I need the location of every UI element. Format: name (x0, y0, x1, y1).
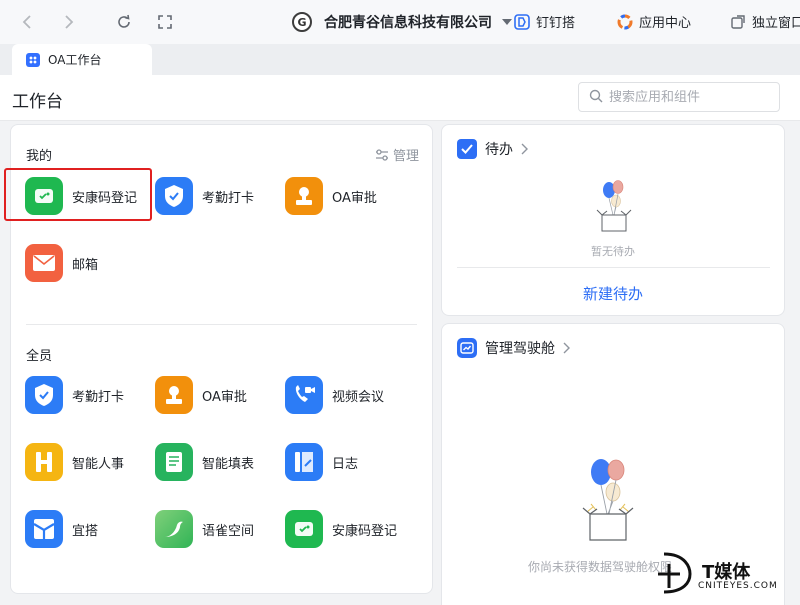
app-label: 语雀空间 (202, 523, 255, 539)
app-label: 视频会议 (332, 389, 385, 405)
dingda-button[interactable]: 钉钉搭 (514, 12, 575, 31)
app-log[interactable]: 日志 (285, 442, 358, 482)
app-mail[interactable]: 邮箱 (25, 243, 98, 283)
standalone-window-button[interactable]: 独立窗口 (730, 12, 800, 31)
health-code-icon (25, 177, 63, 215)
app-health-code[interactable]: 安康码登记 (25, 176, 137, 216)
app-label: 考勤打卡 (72, 389, 125, 405)
fullscreen-button[interactable] (155, 12, 175, 32)
app-yuque[interactable]: 语雀空间 (155, 509, 254, 549)
dingda-label: 钉钉搭 (536, 16, 576, 31)
org-name: 合肥青谷信息科技有限公司 (324, 15, 492, 31)
tab-label: OA工作台 (48, 53, 102, 67)
app-label: 日志 (332, 456, 359, 472)
app-center-label: 应用中心 (639, 16, 692, 31)
app-label: 宜搭 (72, 523, 99, 539)
checkbox-icon (457, 139, 477, 159)
todo-empty-text: 暂无待办 (591, 245, 635, 258)
forward-button[interactable] (58, 12, 78, 32)
form-icon (155, 443, 193, 481)
new-todo-button[interactable]: 新建待办 (442, 283, 784, 304)
dashboard-header[interactable]: 管理驾驶舱 (457, 338, 570, 358)
todo-divider (457, 267, 770, 268)
manage-label: 管理 (393, 149, 420, 164)
dashboard-empty-text: 你尚未获得数据驾驶舱权限 (528, 560, 673, 574)
chevron-right-icon (521, 143, 528, 155)
page-header: 工作台 (0, 75, 800, 121)
watermark: T媒体 CNITEYES.COM (656, 548, 796, 598)
hr-icon (25, 443, 63, 481)
window-icon (730, 14, 746, 30)
tab-oa-workbench[interactable]: OA工作台 (12, 44, 152, 75)
org-switcher[interactable]: G 合肥青谷信息科技有限公司 (292, 10, 512, 34)
empty-balloon-illustration (596, 180, 632, 232)
app-label: 智能填表 (202, 456, 255, 472)
log-icon (285, 443, 323, 481)
manage-button[interactable]: 管理 (375, 145, 419, 164)
app-label: OA审批 (202, 389, 247, 405)
approval-stamp-icon (155, 376, 193, 414)
app-yida[interactable]: 宜搭 (25, 509, 98, 549)
page-title: 工作台 (12, 92, 63, 112)
app-label: 安康码登记 (72, 190, 138, 206)
watermark-logo-icon (658, 552, 692, 594)
app-label: 考勤打卡 (202, 190, 255, 206)
yida-icon (25, 510, 63, 548)
app-health-code[interactable]: 安康码登记 (285, 509, 397, 549)
app-attendance[interactable]: 考勤打卡 (25, 375, 124, 415)
approval-stamp-icon (285, 177, 323, 215)
settings-sliders-icon (376, 148, 388, 161)
back-button[interactable] (18, 12, 38, 32)
app-label: 邮箱 (72, 257, 99, 273)
apps-panel: 我的 管理 安康码登记 考勤打卡 OA审批 邮箱 全员 考勤打卡 OA审批 视频… (4, 124, 433, 594)
app-oa-approval[interactable]: OA审批 (155, 375, 247, 415)
empty-balloon-illustration (582, 459, 634, 541)
chevron-right-icon (563, 342, 570, 354)
search-input[interactable] (609, 89, 769, 105)
todo-card: 待办 暂无待办 新建待办 (441, 124, 785, 316)
refresh-button[interactable] (114, 12, 134, 32)
yuque-icon (155, 510, 193, 548)
todo-header[interactable]: 待办 (457, 139, 528, 159)
app-video-meeting[interactable]: 视频会议 (285, 375, 384, 415)
search-icon (589, 88, 603, 107)
app-smart-form[interactable]: 智能填表 (155, 442, 254, 482)
org-logo: G (292, 12, 312, 32)
dashboard-icon (457, 338, 477, 358)
watermark-sub: CNITEYES.COM (698, 581, 778, 591)
search-box[interactable] (578, 82, 780, 112)
app-center-button[interactable]: 应用中心 (617, 12, 691, 31)
app-label: 安康码登记 (332, 523, 398, 539)
section-divider (26, 324, 417, 325)
grid-app-icon (26, 52, 40, 67)
browser-toolbar: G 合肥青谷信息科技有限公司 钉钉搭 应用中心 独立窗口 (0, 0, 800, 44)
app-oa-approval[interactable]: OA审批 (285, 176, 377, 216)
window-label: 独立窗口 (752, 16, 800, 31)
dashboard-title: 管理驾驶舱 (485, 341, 555, 357)
tab-strip: OA工作台 (0, 44, 800, 75)
attendance-icon (25, 376, 63, 414)
attendance-icon (155, 177, 193, 215)
app-center-icon (617, 14, 633, 30)
app-label: OA审批 (332, 190, 377, 206)
section-title-all: 全员 (26, 349, 53, 364)
app-smart-hr[interactable]: 智能人事 (25, 442, 124, 482)
section-title-mine: 我的 (26, 149, 53, 164)
app-attendance[interactable]: 考勤打卡 (155, 176, 254, 216)
app-label: 智能人事 (72, 456, 125, 472)
todo-title: 待办 (485, 142, 513, 158)
health-code-icon (285, 510, 323, 548)
dingda-icon (514, 13, 530, 30)
video-call-icon (285, 376, 323, 414)
mail-icon (25, 244, 63, 282)
caret-down-icon (502, 19, 512, 25)
